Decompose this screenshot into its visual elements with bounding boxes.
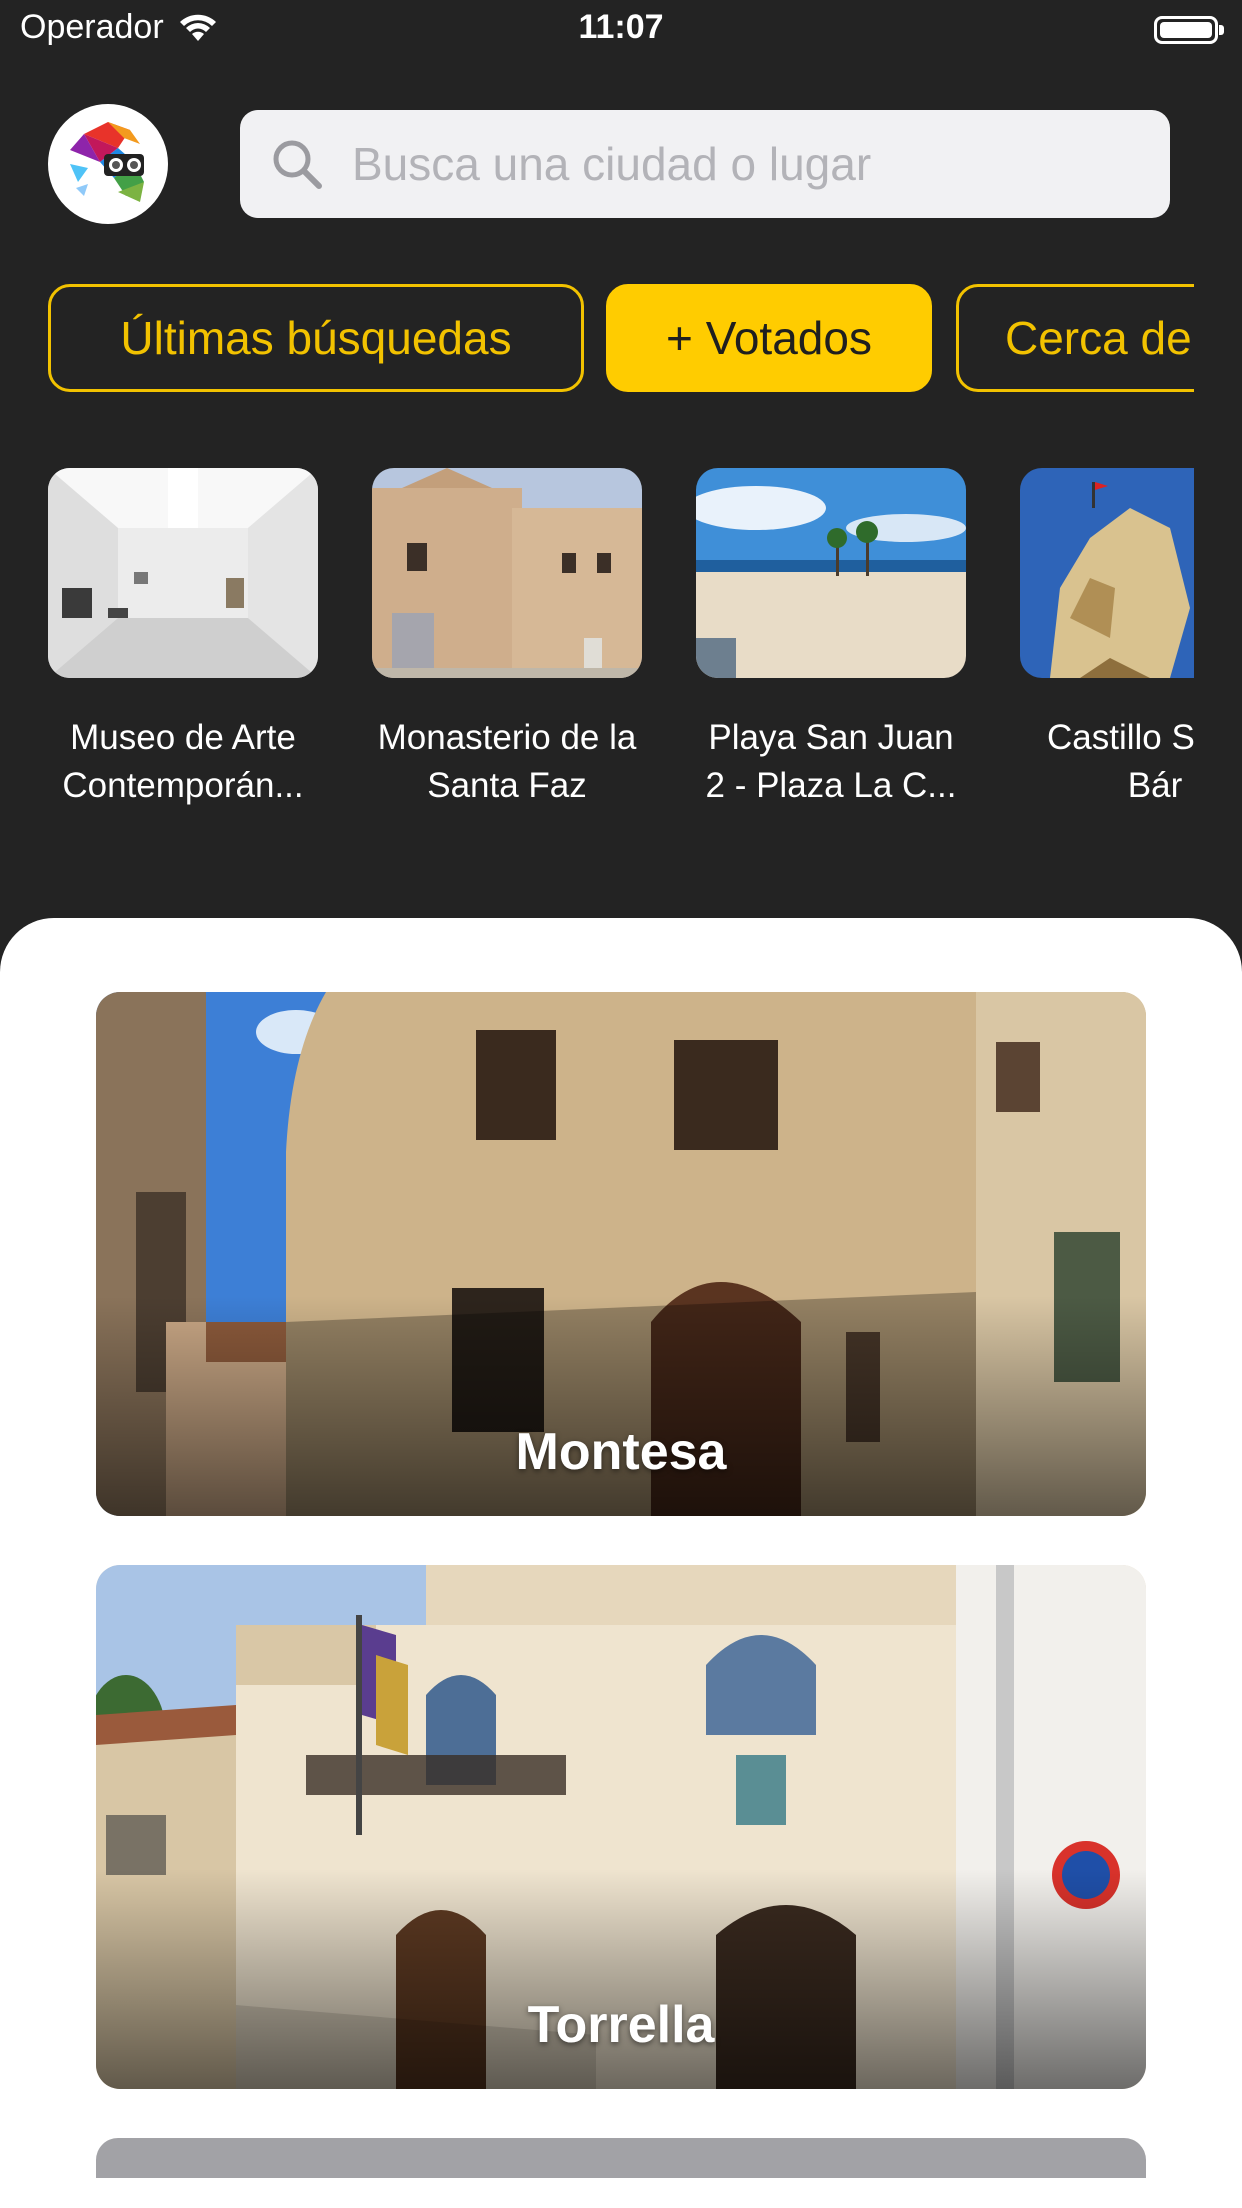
search-icon [273,140,322,189]
status-time: 11:07 [578,8,664,46]
city-name: Torrella [527,1996,715,2054]
place-item-castillo[interactable]: Castillo Santa Bár [1020,468,1194,810]
city-card-torrella[interactable]: Torrella [96,1565,1146,2089]
place-item-monasterio[interactable]: Monasterio de la Santa Faz [372,468,642,810]
place-name: Monasterio de la Santa Faz [377,718,637,805]
place-name: Museo de Arte Contemporán... [62,718,304,805]
places-carousel: Museo de Arte Contemporán... Monasterio … [48,468,1194,828]
chip-most-voted[interactable]: + Votados [606,284,932,392]
place-item-playa[interactable]: Playa San Juan 2 - Plaza La C... [696,468,966,810]
place-image [372,468,642,678]
place-name: Castillo Santa Bár [1047,718,1194,805]
city-name: Montesa [515,1423,727,1481]
city-card-next[interactable] [96,2138,1146,2178]
city-card-montesa[interactable]: Montesa [96,992,1146,1516]
app-logo[interactable] [48,104,168,224]
place-name: Playa San Juan 2 - Plaza La C... [705,718,957,805]
search-input[interactable] [350,136,1154,192]
place-image [1020,468,1194,678]
cities-sheet: Montesa Torrella [0,918,1242,2208]
place-item-museo[interactable]: Museo de Arte Contemporán... [48,468,318,810]
chip-nearby[interactable]: Cerca de [956,284,1194,392]
chip-recent-searches[interactable]: Últimas búsquedas [48,284,584,392]
filter-chips: Últimas búsquedas + Votados Cerca de [48,284,1194,396]
status-bar: Operador 11:07 [0,0,1242,60]
battery-icon [1154,16,1224,44]
place-image [48,468,318,678]
app-logo-graphic [70,122,144,202]
place-image [696,468,966,678]
search-bar[interactable] [240,110,1170,218]
